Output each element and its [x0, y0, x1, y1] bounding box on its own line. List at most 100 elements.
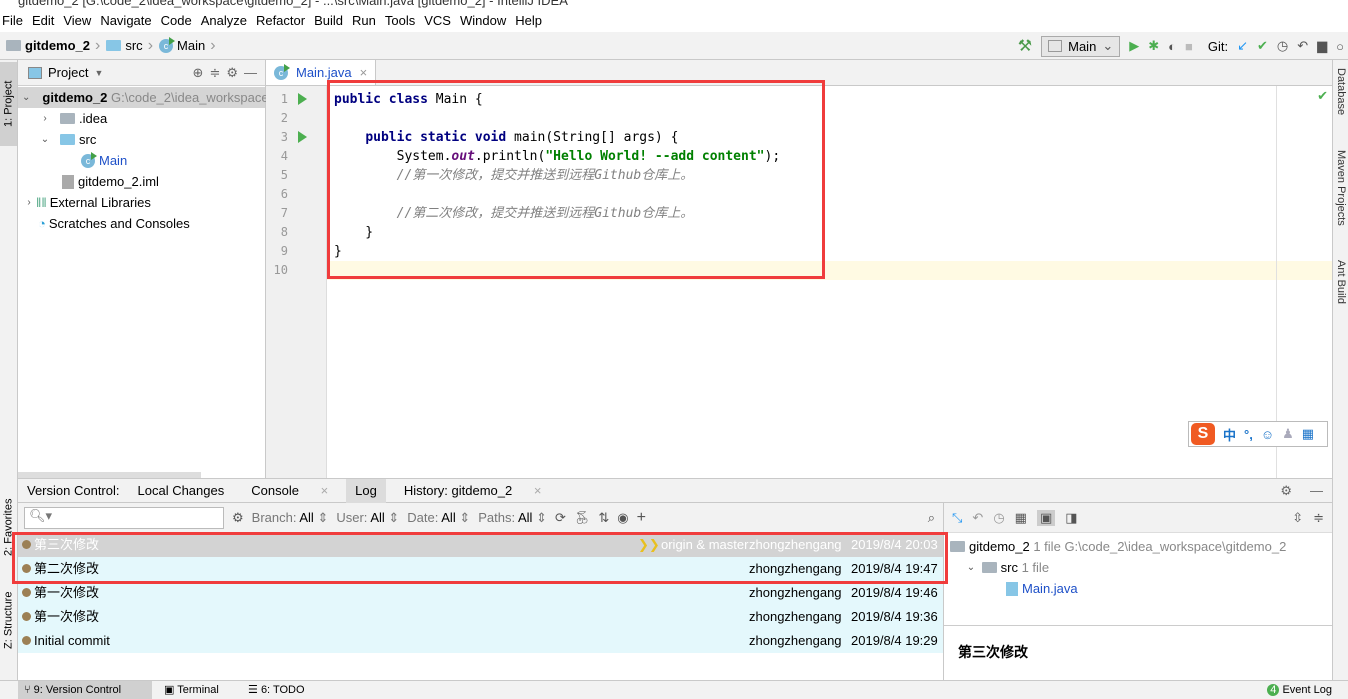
tool-tab-version-control[interactable]: ⑂ 9: Version Control — [18, 681, 152, 699]
tool-tab-favorites[interactable]: 2: Favorites — [0, 485, 17, 570]
commit-row[interactable]: 第三次修改 ❯❯ origin & master zhongzhengang 2019/… — [18, 533, 943, 557]
tree-item-scratches[interactable]: ◔ Scratches and Consoles — [18, 213, 265, 234]
project-structure-icon[interactable]: ▆ — [1317, 38, 1327, 54]
date-filter[interactable]: Date: All ⇕ — [407, 510, 470, 526]
tree-item-gitdemo_2[interactable]: ⌄ gitdemo_2 G:\code_2\idea_workspace\gitd… — [18, 87, 333, 108]
commit-row[interactable]: 第一次修改 zhongzhengang 2019/8/4 19:36 — [18, 605, 943, 629]
breadcrumb-main[interactable]: c Main › — [159, 36, 216, 55]
paths-filter[interactable]: Paths: All ⇕ — [478, 510, 547, 526]
build-hammer-icon[interactable]: ⚒ — [1018, 36, 1032, 56]
menu-view[interactable]: View — [63, 13, 91, 28]
menu-file[interactable]: File — [2, 13, 23, 28]
sort-icon[interactable]: ⇅ — [598, 510, 609, 526]
tree-item-idea[interactable]: › .idea — [18, 108, 265, 129]
git-history-clock-icon[interactable]: ◷ — [1277, 38, 1288, 54]
branch-filter[interactable]: Branch: All ⇕ — [252, 510, 329, 526]
breadcrumb-project[interactable]: gitdemo_2 › — [6, 37, 100, 55]
gear-icon[interactable]: ⚙ — [226, 65, 238, 81]
run-config-select[interactable]: Main ⌄ — [1041, 35, 1121, 57]
menu-code[interactable]: Code — [161, 13, 192, 28]
add-icon[interactable]: + — [637, 509, 646, 527]
tab-history[interactable]: History: gitdemo_2 × — [386, 479, 560, 503]
close-icon[interactable]: × — [312, 483, 338, 498]
show-diff-icon[interactable]: ⤡ — [952, 510, 962, 526]
commit-row[interactable]: 第二次修改 zhongzhengang 2019/8/4 19:47 — [18, 557, 943, 581]
git-update-icon[interactable]: ↙ — [1237, 38, 1248, 54]
run-gutter-icon[interactable] — [298, 131, 307, 143]
tool-tab-project[interactable]: 1: Project — [0, 62, 17, 146]
eye-icon[interactable]: ◉ — [617, 510, 628, 526]
ime-punctuation[interactable]: °, — [1244, 427, 1253, 442]
menu-run[interactable]: Run — [352, 13, 376, 28]
tree-item-main[interactable]: c Main — [18, 150, 265, 171]
commit-row[interactable]: Initial commit zhongzhengang 2019/8/4 19:2… — [18, 629, 943, 653]
tool-tab-structure[interactable]: Z: Structure — [0, 585, 17, 655]
cherry-pick-icon[interactable]: 🍒︎ — [574, 510, 591, 526]
expand-all-icon[interactable]: ⇳ — [1292, 510, 1303, 526]
user-icon[interactable]: ♟ — [1282, 426, 1294, 442]
chevron-down-icon: ⌄ — [1102, 38, 1114, 53]
tool-tab-todo[interactable]: ☰ 6: TODO — [242, 681, 311, 699]
minimize-icon[interactable]: — — [1301, 479, 1332, 503]
tool-tab-database[interactable]: Database — [1334, 68, 1348, 115]
menu-help[interactable]: Help — [515, 13, 542, 28]
menu-window[interactable]: Window — [460, 13, 506, 28]
gear-icon[interactable]: ⚙ — [1271, 479, 1301, 503]
tool-tab-ant[interactable]: Ant Build — [1334, 260, 1348, 304]
gear-icon[interactable]: ⚙ — [232, 510, 244, 526]
layout-right-icon[interactable]: ◨ — [1065, 510, 1077, 526]
menu-tools[interactable]: Tools — [385, 13, 415, 28]
layout-bottom-icon[interactable]: ▣ — [1036, 509, 1056, 526]
close-icon[interactable]: × — [360, 65, 368, 80]
user-filter[interactable]: User: All ⇕ — [336, 510, 399, 526]
tree-item-external-libraries[interactable]: › ǁǁ External Libraries — [18, 192, 265, 213]
ime-mode[interactable]: 中 — [1223, 425, 1236, 444]
changes-file[interactable]: Main.java — [944, 578, 1332, 599]
refresh-icon[interactable]: ⟳ — [555, 510, 566, 526]
menu-build[interactable]: Build — [314, 13, 343, 28]
project-view-select[interactable]: Project — [48, 65, 88, 80]
changes-root[interactable]: gitdemo_2 1 file G:\code_2\idea_workspac… — [944, 536, 1332, 557]
tab-console[interactable]: Console × — [233, 479, 346, 503]
log-search-input[interactable]: 🔍︎▾ — [24, 506, 224, 529]
menu-edit[interactable]: Edit — [32, 13, 54, 28]
ime-toolbar[interactable]: S 中 °, ☺ ♟ ▦ — [1188, 421, 1328, 447]
inspection-ok-check-icon[interactable]: ✔ — [1317, 88, 1328, 104]
git-rollback-icon[interactable]: ↶ — [1297, 38, 1308, 54]
code-area[interactable]: public class Main { public static void m… — [327, 86, 1332, 478]
tool-tab-maven[interactable]: Maven Projects — [1334, 150, 1348, 226]
coverage-icon[interactable]: ◐ — [1168, 39, 1176, 54]
history-icon[interactable]: ◷ — [993, 510, 1004, 526]
stop-icon[interactable]: ■ — [1185, 39, 1193, 54]
grid-menu-icon[interactable]: ▦ — [1302, 426, 1314, 442]
event-log-button[interactable]: 4 Event Log — [1261, 681, 1338, 699]
run-gutter-icon[interactable] — [298, 93, 307, 105]
debug-bug-icon[interactable]: ✱ — [1148, 38, 1159, 54]
search-icon[interactable]: ○ — [1336, 39, 1344, 54]
menu-vcs[interactable]: VCS — [424, 13, 451, 28]
commit-row[interactable]: 第一次修改 zhongzhengang 2019/8/4 19:46 — [18, 581, 943, 605]
tab-log[interactable]: Log — [346, 478, 386, 503]
collapse-all-icon[interactable]: ≑ — [1313, 510, 1324, 526]
tree-item-src[interactable]: ⌄ src — [18, 129, 265, 150]
changes-src[interactable]: ⌄ src 1 file — [944, 557, 1332, 578]
tree-item-iml[interactable]: gitdemo_2.iml — [18, 171, 265, 192]
breadcrumb-src[interactable]: src › — [106, 37, 153, 55]
minimize-icon[interactable]: — — [244, 65, 257, 80]
menu-navigate[interactable]: Navigate — [100, 13, 151, 28]
search-icon[interactable]: ⌕ — [928, 510, 935, 526]
menu-refactor[interactable]: Refactor — [256, 13, 305, 28]
tool-tab-terminal[interactable]: ▣ Terminal — [158, 681, 225, 699]
close-icon[interactable]: × — [525, 483, 551, 498]
tab-local-changes[interactable]: Local Changes — [129, 479, 234, 503]
emoji-icon[interactable]: ☺ — [1261, 427, 1274, 442]
group-by-icon[interactable]: ▦ — [1015, 510, 1027, 526]
collapse-all-icon[interactable]: ≑ — [209, 65, 220, 81]
git-commit-check-icon[interactable]: ✔ — [1257, 38, 1268, 54]
run-icon[interactable]: ▶ — [1129, 38, 1139, 54]
tab-main-java[interactable]: c Main.java × — [266, 60, 377, 85]
locate-icon[interactable]: ⊕ — [193, 65, 204, 81]
revert-icon[interactable]: ↶ — [972, 510, 983, 526]
chevron-down-icon[interactable]: ▼ — [94, 68, 103, 78]
menu-analyze[interactable]: Analyze — [201, 13, 247, 28]
